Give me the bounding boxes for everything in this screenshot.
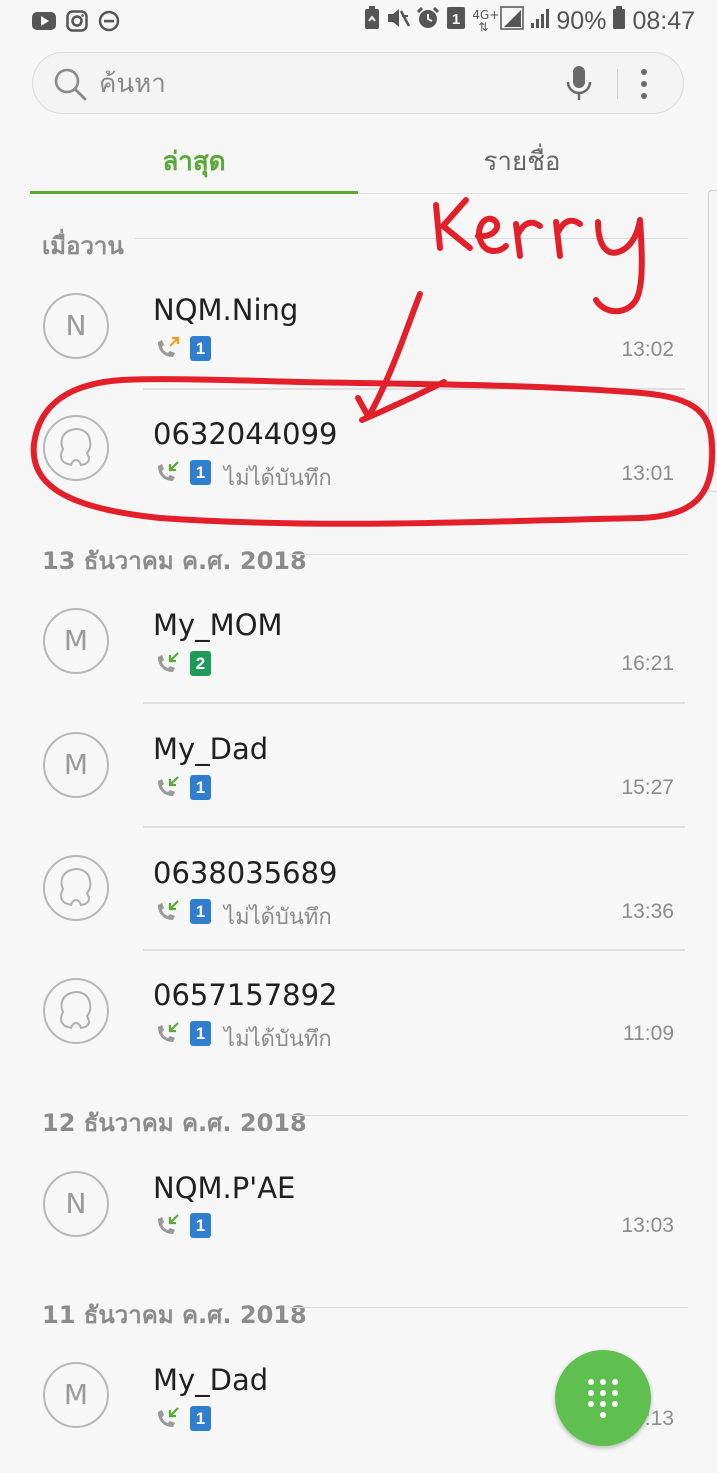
avatar: N xyxy=(43,1171,109,1237)
status-time: 08:47 xyxy=(632,6,695,35)
mute-icon xyxy=(386,7,411,35)
section-header: 11 ธันวาคม ค.ศ. 2018 xyxy=(42,1301,307,1329)
incoming-call-icon xyxy=(155,460,181,488)
signal-icon xyxy=(500,6,525,36)
call-time: 15:27 xyxy=(621,776,674,799)
call-log-row[interactable]: 0657157892 1 ไม่ได้บันทึก 11:09 xyxy=(0,951,717,1075)
person-icon xyxy=(60,991,92,1030)
avatar: M xyxy=(43,732,109,798)
section-header: เมื่อวาน xyxy=(42,232,124,260)
search-input[interactable] xyxy=(97,61,581,107)
incoming-call-icon xyxy=(155,899,181,927)
sim-badge: 1 xyxy=(190,1021,211,1046)
contact-name: My_Dad xyxy=(153,1363,269,1397)
contact-name: NQM.P'AE xyxy=(153,1171,296,1205)
call-log-row[interactable]: 0632044099 1 ไม่ได้บันทึก 13:01 xyxy=(0,390,717,514)
call-time: 13:36 xyxy=(621,900,674,923)
status-bar-right-icons: 1 4G+ ⇅ 90% 08:47 xyxy=(364,6,695,36)
dialpad-button[interactable] xyxy=(555,1350,651,1446)
contact-name: NQM.Ning xyxy=(153,293,299,327)
network-type-text: 4G+ xyxy=(472,8,500,22)
search-icon xyxy=(53,67,87,105)
search-bar[interactable] xyxy=(32,52,684,114)
call-log-row[interactable]: 0638035689 1 ไม่ได้บันทึก 13:36 xyxy=(0,828,717,952)
sim-1-icon: 1 xyxy=(446,6,466,36)
battery-percent: 90% xyxy=(556,6,607,35)
avatar: M xyxy=(43,1362,109,1428)
status-bar-left-icons xyxy=(32,10,120,36)
incoming-call-icon xyxy=(155,1213,181,1241)
call-time: 13:01 xyxy=(621,462,674,485)
incoming-call-icon xyxy=(155,1021,181,1049)
instagram-icon xyxy=(66,10,88,36)
contact-name: My_MOM xyxy=(153,608,283,642)
contact-name: My_Dad xyxy=(153,732,269,766)
section-divider xyxy=(135,238,688,239)
person-icon xyxy=(60,428,92,467)
section-divider xyxy=(290,1307,688,1308)
battery-icon xyxy=(612,6,626,36)
section-header: 12 ธันวาคม ค.ศ. 2018 xyxy=(42,1109,307,1137)
search-divider xyxy=(617,69,618,99)
contact-name: 0638035689 xyxy=(153,856,338,890)
contact-name: 0657157892 xyxy=(153,978,338,1012)
section-header: 13 ธันวาคม ค.ศ. 2018 xyxy=(42,547,307,575)
sim-badge: 1 xyxy=(190,775,211,800)
call-log-row[interactable]: N NQM.P'AE 1 13:03 xyxy=(0,1143,717,1267)
not-saved-label: ไม่ได้บันทึก xyxy=(224,905,332,930)
sim-badge: 1 xyxy=(190,460,211,485)
call-time: 13:03 xyxy=(621,1214,674,1237)
contact-name: 0632044099 xyxy=(153,417,338,451)
tab-contacts[interactable]: รายชื่อ xyxy=(358,140,686,190)
call-log-row[interactable]: M My_MOM 2 16:21 xyxy=(0,580,717,704)
incoming-call-icon xyxy=(155,1406,181,1434)
incoming-call-icon xyxy=(155,651,181,679)
avatar-placeholder xyxy=(43,855,109,921)
call-time: 16:21 xyxy=(621,652,674,675)
sim-badge: 1 xyxy=(190,899,211,924)
dialpad-icon xyxy=(588,1379,618,1418)
sim-1-label: 1 xyxy=(452,11,460,28)
section-divider xyxy=(290,1115,688,1116)
tab-active-indicator xyxy=(30,191,358,194)
sim-badge: 1 xyxy=(190,336,211,361)
call-log-row[interactable]: N NQM.Ning 1 13:02 xyxy=(0,266,717,390)
alarm-icon xyxy=(416,6,440,36)
avatar-placeholder xyxy=(43,978,109,1044)
not-saved-label: ไม่ได้บันทึก xyxy=(224,466,332,491)
call-time: 11:09 xyxy=(623,1022,674,1045)
person-icon xyxy=(60,868,92,907)
call-time: 13:02 xyxy=(621,338,674,361)
signal-icon-2 xyxy=(530,7,550,35)
avatar: N xyxy=(43,293,109,359)
section-divider xyxy=(290,554,688,555)
outgoing-call-icon xyxy=(155,336,181,364)
sim-badge: 1 xyxy=(190,1406,211,1431)
tab-divider xyxy=(358,193,688,194)
battery-saver-icon xyxy=(364,6,380,36)
call-log-row[interactable]: M My_Dad 1 15:27 xyxy=(0,704,717,828)
youtube-icon xyxy=(32,12,56,34)
network-type-label: 4G+ ⇅ xyxy=(472,8,500,34)
avatar: M xyxy=(43,608,109,674)
do-not-disturb-icon xyxy=(98,10,120,36)
avatar-placeholder xyxy=(43,415,109,481)
not-saved-label: ไม่ได้บันทึก xyxy=(224,1027,332,1052)
more-options-icon[interactable] xyxy=(639,67,649,105)
incoming-call-icon xyxy=(155,775,181,803)
mic-icon[interactable] xyxy=(565,65,593,107)
status-bar: 1 4G+ ⇅ 90% 08:47 xyxy=(0,0,717,44)
tab-recent[interactable]: ล่าสุด xyxy=(30,140,358,190)
sim-badge: 2 xyxy=(190,651,211,676)
sim-badge: 1 xyxy=(190,1213,211,1238)
